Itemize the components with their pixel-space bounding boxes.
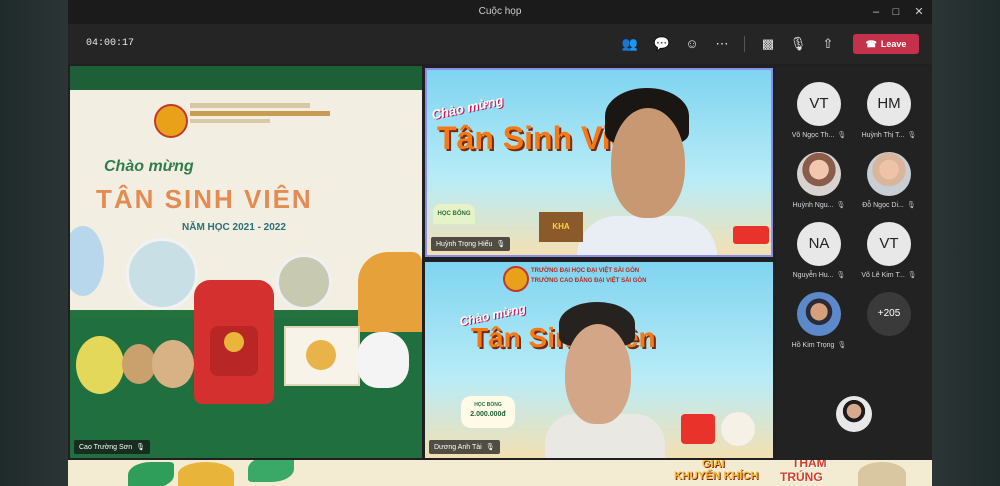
box-logo [306,340,336,370]
title-bar: Cuộc họp – □ ✕ [68,0,932,24]
photo-circle [126,238,198,310]
participant-name: Nguyễn Hu... 🎙 [792,272,846,279]
mic-off-icon: 🎙 [907,132,917,139]
meeting-timer: 04:00:17 [86,38,135,49]
leaf-decor [248,460,294,482]
teddy-bear [122,344,156,384]
wood-sign: KHA [539,212,583,242]
participant-body [358,252,422,332]
mascot-figure [721,412,755,446]
toolbar-divider [744,36,745,52]
mic-off-icon: 🎙 [485,444,495,451]
right-backdrop [932,0,1000,486]
mic-off-icon: 🎙 [837,132,847,139]
mic-off-icon: 🎙 [907,272,917,279]
mic-off-icon: 🎙 [136,444,146,451]
school-logo [154,104,188,138]
more-participants-button[interactable]: +205 [854,292,924,336]
chat-icon[interactable]: 💬 [652,34,672,54]
mic-off-icon: 🎙 [837,342,847,349]
people-icon[interactable]: 👥 [620,34,640,54]
mic-off-icon: 🎙 [906,202,916,209]
avatar: VT [867,222,911,266]
name-label: Huỳnh Trọng Hiếu 🎙 [431,237,511,251]
avatar-photo [797,152,841,196]
mic-off-icon: 🎙 [836,202,846,209]
participant-name: Võ Lê Kim T... 🎙 [861,272,917,279]
prize-text-2: KHUYẾN KHÍCH [674,470,759,482]
mascot-figure [858,462,906,486]
participant-tile[interactable]: NA Nguyễn Hu... 🎙 [784,222,854,279]
yellow-plush [76,336,124,394]
avatar: NA [797,222,841,266]
teddy-bear [152,340,194,388]
leave-button[interactable]: ☎ Leave [853,34,919,54]
mascot-head [178,462,234,486]
participant-tile[interactable]: HM Huỳnh Thị T... 🎙 [854,82,924,139]
participant-tile[interactable]: VT Võ Lê Kim T... 🎙 [854,222,924,279]
school-name-1: TRƯỜNG ĐẠI HỌC ĐẠI VIỆT SÀI GÒN [531,268,640,274]
share-icon[interactable]: ⇧ [818,34,838,54]
name-label: Dương Anh Tài 🎙 [429,440,500,454]
banner-year: NĂM HỌC 2021 - 2022 [182,222,286,233]
close-icon[interactable]: ✕ [911,4,927,20]
reactions-icon[interactable]: ☺ [682,34,702,54]
maximize-icon[interactable]: □ [888,4,904,20]
avatar: HM [867,82,911,126]
participant-tile[interactable]: Đỗ Ngọc Di... 🎙 [854,152,924,209]
self-view-avatar[interactable] [836,396,872,432]
school-logo [503,266,529,292]
participant-name: Hồ Kim Trọng 🎙 [791,342,847,349]
avatar-photo [797,292,841,336]
minimize-icon[interactable]: – [868,4,884,20]
leaf-decor [128,462,174,486]
avatar-photo [867,152,911,196]
prize-text-3: THAM [792,460,827,470]
red-backpack [194,280,274,404]
window-title: Cuộc họp [478,6,522,17]
participant-name: Huỳnh Ngu... 🎙 [792,202,846,209]
participant-face [565,324,631,424]
participant-tile[interactable]: VT Võ Ngọc Th... 🎙 [784,82,854,139]
prize-badge [733,226,769,244]
mic-off-icon: 🎙 [836,272,846,279]
school-header-text [190,100,340,130]
prize-box [681,414,715,444]
video-tile-speaker[interactable]: Chào mừng Tân Sinh Viên KHA HỌC BỔNG Huỳ… [425,68,773,257]
video-tile-main[interactable]: Chào mừng TÂN SINH VIÊN NĂM HỌC 2021 - 2… [70,66,422,458]
photo-circle [276,254,332,310]
meeting-toolbar: 04:00:17 👥 💬 ☺ ⋯ ▩ 🎙 ⇧ ☎ Leave [68,24,932,64]
banner-greeting: Chào mừng [104,158,194,175]
more-icon[interactable]: ⋯ [712,34,732,54]
scholarship-tag: HỌC BỔNG [433,204,475,224]
speaker-face [611,108,685,218]
participant-name: Huỳnh Thị T... 🎙 [861,132,917,139]
leave-label: Leave [880,39,907,49]
participant-tile[interactable]: Huỳnh Ngu... 🎙 [784,152,854,209]
scholarship-label: HỌC BỔNG [474,402,502,408]
avatar: VT [797,82,841,126]
scholarship-badge: HỌC BỔNG 2.000.000đ [461,396,515,428]
mic-off-icon: 🎙 [496,241,506,248]
prize-text-4: TRÚNG [780,470,823,484]
video-tile-participant[interactable]: TRƯỜNG ĐẠI HỌC ĐẠI VIỆT SÀI GÒN TRƯỜNG C… [425,262,773,458]
school-name-2: TRƯỜNG CAO ĐẲNG ĐẠI VIỆT SÀI GÒN [531,278,647,284]
gift-box [284,326,360,386]
phone-icon: ☎ [865,39,877,49]
backpack-logo [224,332,244,352]
overflow-count: +205 [867,292,911,336]
participant-name: Đỗ Ngọc Di... 🎙 [862,202,916,209]
left-backdrop [0,0,68,486]
name-label: Cao Trường Sơn 🎙 [74,440,151,454]
participant-tile[interactable]: Hồ Kim Trọng 🎙 [784,292,854,349]
white-plush [357,332,409,388]
speaker-shirt [577,216,717,255]
shared-content-strip: GIẢI KHUYẾN KHÍCH THAM TRÚNG [68,460,932,486]
banner-title: TÂN SINH VIÊN [96,184,313,214]
scholarship-amount: 2.000.000đ [470,411,506,418]
participant-name: Võ Ngọc Th... 🎙 [791,132,847,139]
mic-off-icon[interactable]: 🎙 [788,34,808,54]
prize-text-1: GIẢI [702,460,725,470]
camera-off-icon[interactable]: ▩ [758,34,778,54]
